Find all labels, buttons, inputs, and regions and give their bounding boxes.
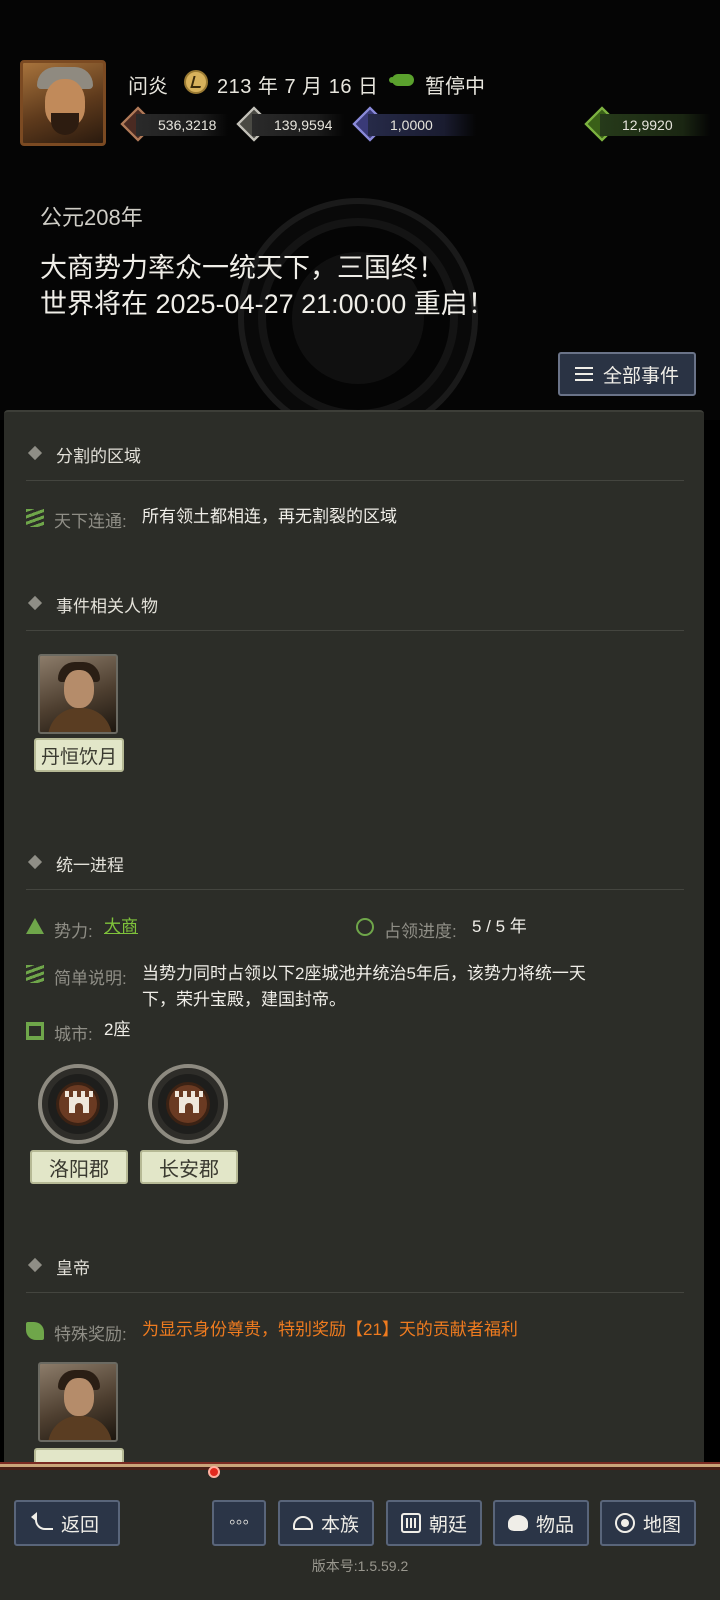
globe-icon	[614, 1513, 635, 1533]
back-button[interactable]: 返回	[14, 1500, 120, 1546]
connected-value: 所有领土都相连，再无割裂的区域	[142, 507, 397, 526]
section-bullet-icon	[27, 445, 43, 461]
back-arrow-icon	[30, 1512, 53, 1530]
city-icon	[26, 1022, 44, 1040]
divider	[26, 1292, 684, 1293]
emperor-name-tag-partial[interactable]	[34, 1448, 124, 1462]
section-title-divided: 分割的区域	[56, 447, 141, 466]
progress-clock-icon	[356, 918, 374, 936]
calendar-icon	[184, 70, 208, 94]
section-title-unification: 统一进程	[56, 856, 124, 875]
reward-value: 为显示身份尊贵，特别奖励【21】天的贡献者福利	[142, 1320, 518, 1339]
player-avatar[interactable]	[20, 60, 106, 146]
era-year: 公元208年	[40, 205, 143, 230]
section-bullet-icon	[27, 595, 43, 611]
all-events-button[interactable]: 全部事件	[558, 352, 696, 396]
event-headline: 大商势力率众一统天下，三国终！ 世界将在 2025-04-27 21:00:00…	[40, 250, 495, 322]
divider	[26, 480, 684, 481]
list-icon	[574, 367, 593, 381]
pause-status-icon	[389, 74, 414, 86]
map-button[interactable]: 地图	[600, 1500, 696, 1546]
divider	[26, 889, 684, 890]
city-luoyang-tag[interactable]: 洛阳郡	[30, 1150, 128, 1184]
section-bullet-icon	[27, 854, 43, 870]
emperor-portrait[interactable]	[38, 1362, 118, 1442]
headline-line-1: 大商势力率众一统天下，三国终！	[40, 253, 445, 283]
progress-label: 占领进度:	[384, 922, 457, 941]
connected-icon	[26, 509, 44, 527]
connected-label: 天下连通:	[54, 512, 127, 531]
reward-icon	[26, 1322, 44, 1340]
section-bullet-icon	[27, 1257, 43, 1273]
city-count: 2座	[104, 1020, 131, 1039]
court-button[interactable]: 朝廷	[386, 1500, 482, 1546]
event-header: 问炎 213 年 7 月 16 日 暂停中 536,3218 139,9594 …	[0, 0, 720, 420]
faction-label: 势力:	[54, 922, 93, 941]
more-dots-icon: ◦◦◦	[228, 1512, 250, 1533]
clan-icon	[292, 1516, 313, 1530]
person-portrait[interactable]	[38, 654, 118, 734]
clan-button[interactable]: 本族	[278, 1500, 374, 1546]
headline-line-2: 世界将在 2025-04-27 21:00:00 重启！	[40, 289, 495, 319]
city-changan-icon[interactable]	[148, 1064, 228, 1144]
divider	[26, 630, 684, 631]
city-changan-tag[interactable]: 长安郡	[140, 1150, 238, 1184]
reward-label: 特殊奖励:	[54, 1325, 127, 1344]
items-button[interactable]: 物品	[493, 1500, 589, 1546]
person-name-tag[interactable]: 丹恒饮月	[34, 738, 124, 772]
more-button[interactable]: ◦◦◦	[212, 1500, 266, 1546]
section-title-people: 事件相关人物	[56, 597, 158, 616]
description-icon	[26, 965, 44, 983]
game-date: 213 年 7 月 16 日	[217, 76, 379, 98]
notification-dot	[208, 1466, 220, 1478]
description-text: 当势力同时占领以下2座城池并统治5年后，该势力将统一天 下，荣升宝殿，建国封帝。	[142, 964, 586, 1009]
game-status: 暂停中	[425, 76, 485, 98]
city-luoyang-icon[interactable]	[38, 1064, 118, 1144]
faction-link[interactable]: 大商	[104, 914, 138, 940]
player-name: 问炎	[128, 76, 168, 98]
items-icon	[507, 1515, 528, 1531]
description-label: 简单说明:	[54, 969, 127, 988]
faction-icon	[26, 918, 44, 934]
event-details-panel[interactable]: 分割的区域 天下连通: 所有领土都相连，再无割裂的区域 事件相关人物 丹恒饮月 …	[4, 410, 704, 1462]
court-icon	[400, 1513, 421, 1533]
decorative-rail	[0, 1462, 720, 1470]
progress-value: 5 / 5 年	[472, 917, 527, 936]
version-label: 版本号:1.5.59.2	[311, 1558, 409, 1574]
section-title-emperor: 皇帝	[56, 1259, 90, 1278]
city-label: 城市:	[54, 1025, 93, 1044]
